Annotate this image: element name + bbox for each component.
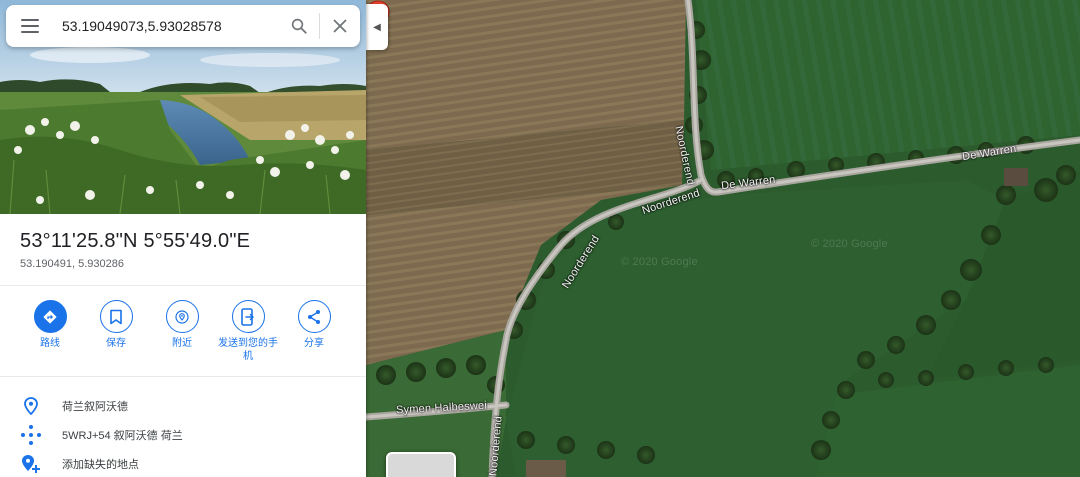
nearby-label: 附近 xyxy=(172,338,192,349)
save-label: 保存 xyxy=(106,338,126,349)
send-to-phone-label: 发送到您的手机 xyxy=(218,338,278,362)
add-place-icon xyxy=(22,455,40,473)
share-button[interactable]: 分享 xyxy=(281,300,347,363)
send-to-phone-circle xyxy=(231,300,265,333)
share-label: 分享 xyxy=(304,338,324,349)
share-icon xyxy=(308,309,320,324)
address-row[interactable]: 荷兰叙阿沃德 xyxy=(0,392,366,420)
side-panel: 53°11'25.8"N 5°55'49.0"E 53.190491, 5.93… xyxy=(0,0,366,477)
map-watermark: © 2020 Google xyxy=(621,256,698,268)
share-circle xyxy=(297,300,331,333)
action-bar: 路线 保存 附近 发送到您的手机 分享 xyxy=(17,300,347,363)
divider xyxy=(0,376,366,377)
save-button[interactable]: 保存 xyxy=(83,300,149,363)
hamburger-menu-icon xyxy=(21,19,39,33)
nearby-button[interactable]: 附近 xyxy=(149,300,215,363)
map-watermark: © 2020 Google xyxy=(811,238,888,250)
location-pin-icon xyxy=(24,397,38,415)
nearby-circle xyxy=(165,300,199,333)
clear-search-button[interactable] xyxy=(320,5,360,47)
address-text: 荷兰叙阿沃德 xyxy=(62,401,128,413)
satellite-map[interactable]: Noorderend Noorderend Noorderend Noorder… xyxy=(366,0,1080,477)
add-missing-place-text: 添加缺失的地点 xyxy=(62,459,139,471)
add-missing-place-row[interactable]: 添加缺失的地点 xyxy=(0,450,366,477)
search-button[interactable] xyxy=(279,5,319,47)
place-decimal-coordinates: 53.190491, 5.930286 xyxy=(20,258,124,270)
chevron-left-icon: ◀ xyxy=(373,21,381,33)
search-icon xyxy=(291,18,307,34)
search-box xyxy=(6,5,360,47)
directions-button[interactable]: 路线 xyxy=(17,300,83,363)
send-to-phone-icon xyxy=(241,307,255,326)
plus-code-text: 5WRJ+54 叙阿沃德 荷兰 xyxy=(62,430,183,442)
nearby-icon xyxy=(175,309,189,324)
close-icon xyxy=(333,19,347,33)
search-input[interactable] xyxy=(54,5,279,47)
send-to-phone-button[interactable]: 发送到您的手机 xyxy=(215,300,281,363)
collapse-panel-button[interactable]: ◀ xyxy=(366,4,388,50)
layers-toggle-thumbnail[interactable] xyxy=(386,452,456,477)
bookmark-icon xyxy=(110,309,122,324)
save-circle xyxy=(99,300,133,333)
divider xyxy=(0,285,366,286)
plus-code-row[interactable]: 5WRJ+54 叙阿沃德 荷兰 xyxy=(0,421,366,449)
plus-code-icon xyxy=(21,425,41,445)
directions-circle xyxy=(33,300,67,333)
directions-label: 路线 xyxy=(40,338,60,349)
menu-button[interactable] xyxy=(6,5,54,47)
place-title: 53°11'25.8"N 5°55'49.0"E xyxy=(20,230,251,252)
directions-icon xyxy=(43,309,57,324)
